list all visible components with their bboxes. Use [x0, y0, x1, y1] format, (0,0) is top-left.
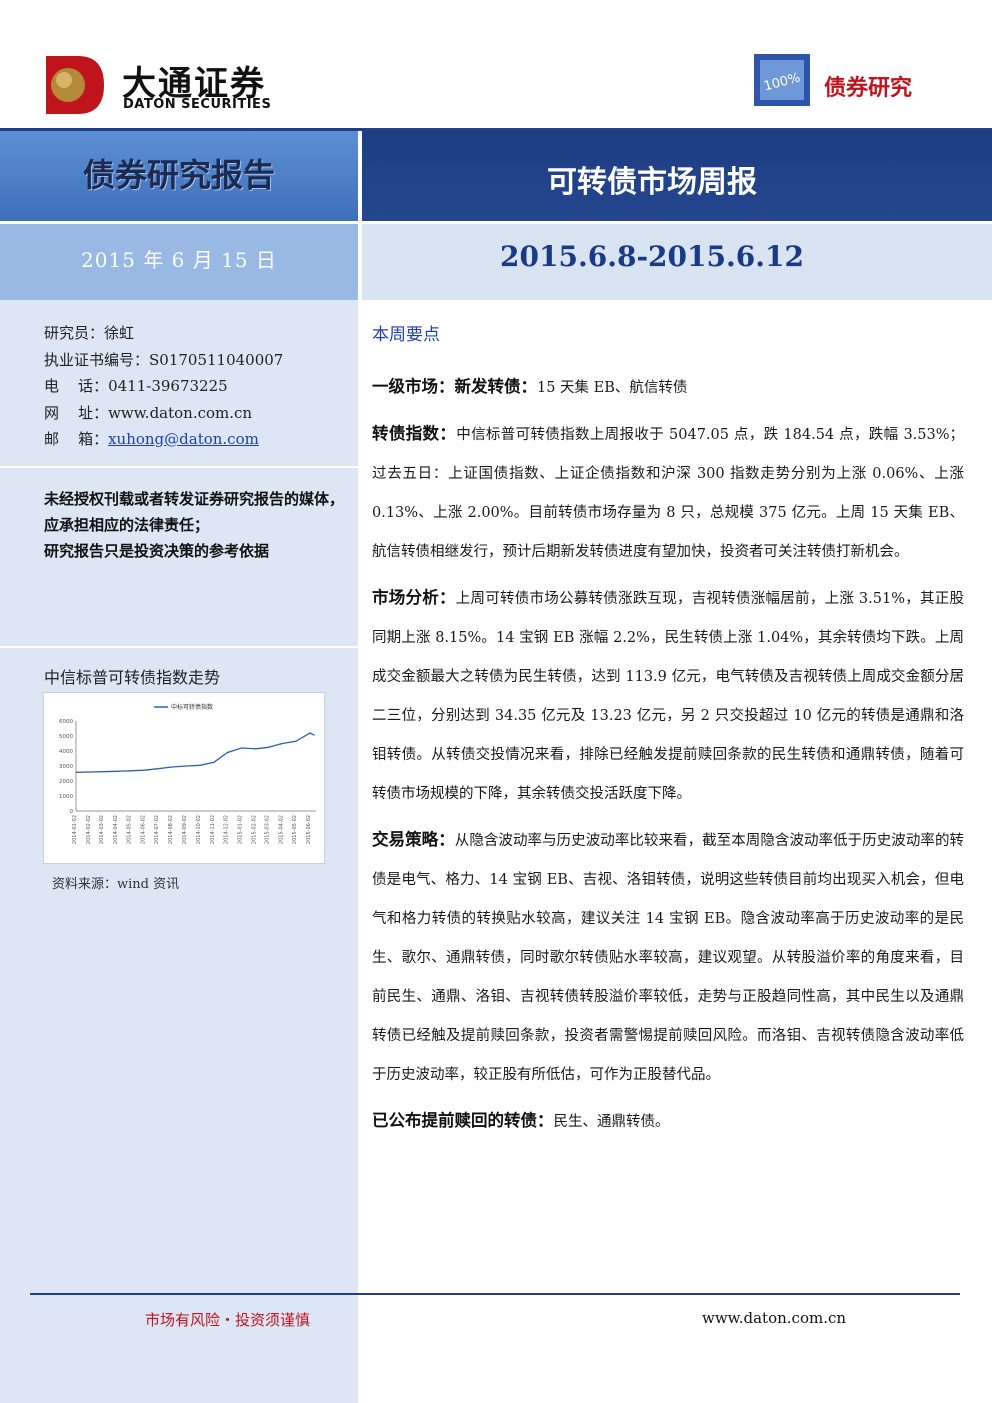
report-period: 2015.6.8-2015.6.12: [500, 240, 804, 273]
email-row: 邮 箱：xuhong@daton.com: [44, 426, 283, 453]
legend-label: 中标可转债指数: [171, 703, 213, 711]
page-header: 大通证券 DATON SECURITIES 100% 债券研究: [0, 0, 992, 131]
y-tick-label: 2000: [59, 779, 73, 785]
y-tick-label: 1000: [59, 794, 73, 800]
legal-line-1: 未经授权刊载或者转发证券研究报告的媒体，应承担相应的法律责任；: [44, 490, 345, 534]
risk-warning: 市场有风险・投资须谨慎: [145, 1311, 311, 1329]
sidebar-divider: [0, 646, 358, 648]
y-tick-label: 3000: [59, 764, 73, 770]
paragraph-primary-market: 一级市场：新发转债：15 天集 EB、航信转债: [372, 367, 964, 408]
chart-source: 资料来源：wind 资讯: [52, 877, 180, 892]
paragraph-early-redemption: 已公布提前赎回的转债：民生、通鼎转债。: [372, 1101, 964, 1142]
paragraph-text: 中信标普可转债指数上周报收于 5047.05 点，跌 184.54 点，跌幅 3…: [372, 427, 965, 560]
x-tick-label: 2014-08-02: [168, 815, 174, 844]
paragraph-text: 民生、通鼎转债。: [553, 1114, 670, 1130]
x-tick-label: 2014-10-02: [196, 815, 202, 844]
x-tick-label: 2014-03-02: [99, 815, 105, 844]
daton-logo-icon: [46, 56, 104, 114]
sidebar-divider: [0, 466, 358, 468]
index-chart-svg: 0 1000 2000 3000 4000 5000 6000 2014-01-02 2014-…: [59, 703, 316, 844]
report-date: 2015 年 6 月 15 日: [81, 248, 277, 272]
x-tick-label: 2015-02-02: [252, 815, 258, 844]
percent-badge-icon: 100%: [754, 54, 810, 106]
x-tick-label: 2014-07-02: [154, 815, 160, 844]
footer-url[interactable]: www.daton.com.cn: [702, 1309, 846, 1327]
email-label: 邮 箱：: [44, 430, 109, 448]
contact-block: 研究员：徐虹 执业证书编号：S0170511040007 电 话：0411-39…: [44, 320, 283, 453]
x-tick-label: 2014-01-02: [72, 815, 78, 844]
y-tick-label: 5000: [59, 734, 73, 740]
y-tick-label: 0: [70, 809, 74, 815]
x-tick-label: 2014-04-02: [113, 815, 119, 844]
email-link[interactable]: xuhong@daton.com: [108, 430, 259, 448]
paragraph-strategy: 交易策略：从隐含波动率与历史波动率比较来看，截至本周隐含波动率低于历史波动率的转…: [372, 820, 964, 1095]
analyst-name: 研究员：徐虹: [44, 324, 135, 342]
x-tick-label: 2014-11-02: [210, 815, 216, 844]
paragraph-keyword: 已公布提前赎回的转债：: [372, 1111, 554, 1130]
y-tick-label: 6000: [59, 719, 73, 725]
x-tick-label: 2014-05-02: [126, 815, 132, 844]
x-tick-label: 2015-05-02: [292, 815, 298, 844]
paragraph-keyword: 一级市场：新发转债：: [372, 377, 537, 396]
series-line: [75, 732, 315, 773]
x-tick-label: 2015-03-02: [264, 815, 270, 844]
cert-number: 执业证书编号：S0170511040007: [44, 350, 284, 369]
y-tick-label: 4000: [59, 749, 73, 755]
phone-number: 电 话：0411-39673225: [44, 377, 228, 395]
legal-line-2: 研究报告只是投资决策的参考依据: [44, 542, 270, 560]
legal-notice: 未经授权刊载或者转发证券研究报告的媒体，应承担相应的法律责任； 研究报告只是投资…: [44, 486, 344, 564]
index-chart: 0 1000 2000 3000 4000 5000 6000 2014-01-02 2014-…: [43, 692, 325, 864]
report-name-title: 可转债市场周报: [547, 165, 757, 200]
x-tick-label: 2014-12-02: [223, 815, 229, 844]
paragraph-text: 15 天集 EB、航信转债: [537, 380, 688, 396]
paragraph-index: 转债指数：中信标普可转债指数上周报收于 5047.05 点，跌 184.54 点…: [372, 414, 964, 572]
x-tick-label: 2015-04-02: [278, 815, 284, 844]
paragraph-keyword: 交易策略：: [372, 830, 455, 849]
bond-research-label: 债券研究: [824, 76, 913, 101]
x-tick-label: 2015-01-02: [238, 815, 244, 844]
x-tick-label: 2014-06-02: [140, 815, 146, 844]
website: 网 址：www.daton.com.cn: [44, 403, 253, 422]
footer-divider: [30, 1293, 960, 1295]
main-content: 本周要点 一级市场：新发转债：15 天集 EB、航信转债 转债指数：中信标普可转…: [372, 320, 964, 1148]
report-type-title: 债券研究报告: [82, 156, 275, 194]
paragraph-keyword: 市场分析：: [372, 588, 456, 607]
paragraph-text: 从隐含波动率与历史波动率比较来看，截至本周隐含波动率低于历史波动率的转债是电气、…: [372, 833, 965, 1083]
paragraph-keyword: 转债指数：: [372, 424, 457, 443]
chart-title: 中信标普可转债指数走势: [44, 668, 221, 687]
brand-name-en: DATON SECURITIES: [123, 97, 272, 112]
paragraph-text: 上周可转债市场公募转债涨跌互现，吉视转债涨幅居前，上涨 3.51%，其正股同期上…: [372, 591, 965, 802]
x-tick-label: 2014-09-02: [182, 815, 188, 844]
x-tick-label: 2015-06-02: [306, 815, 312, 844]
paragraph-market-analysis: 市场分析：上周可转债市场公募转债涨跌互现，吉视转债涨幅居前，上涨 3.51%，其…: [372, 578, 964, 814]
x-tick-label: 2014-02-02: [86, 815, 92, 844]
section-title: 本周要点: [372, 325, 440, 345]
